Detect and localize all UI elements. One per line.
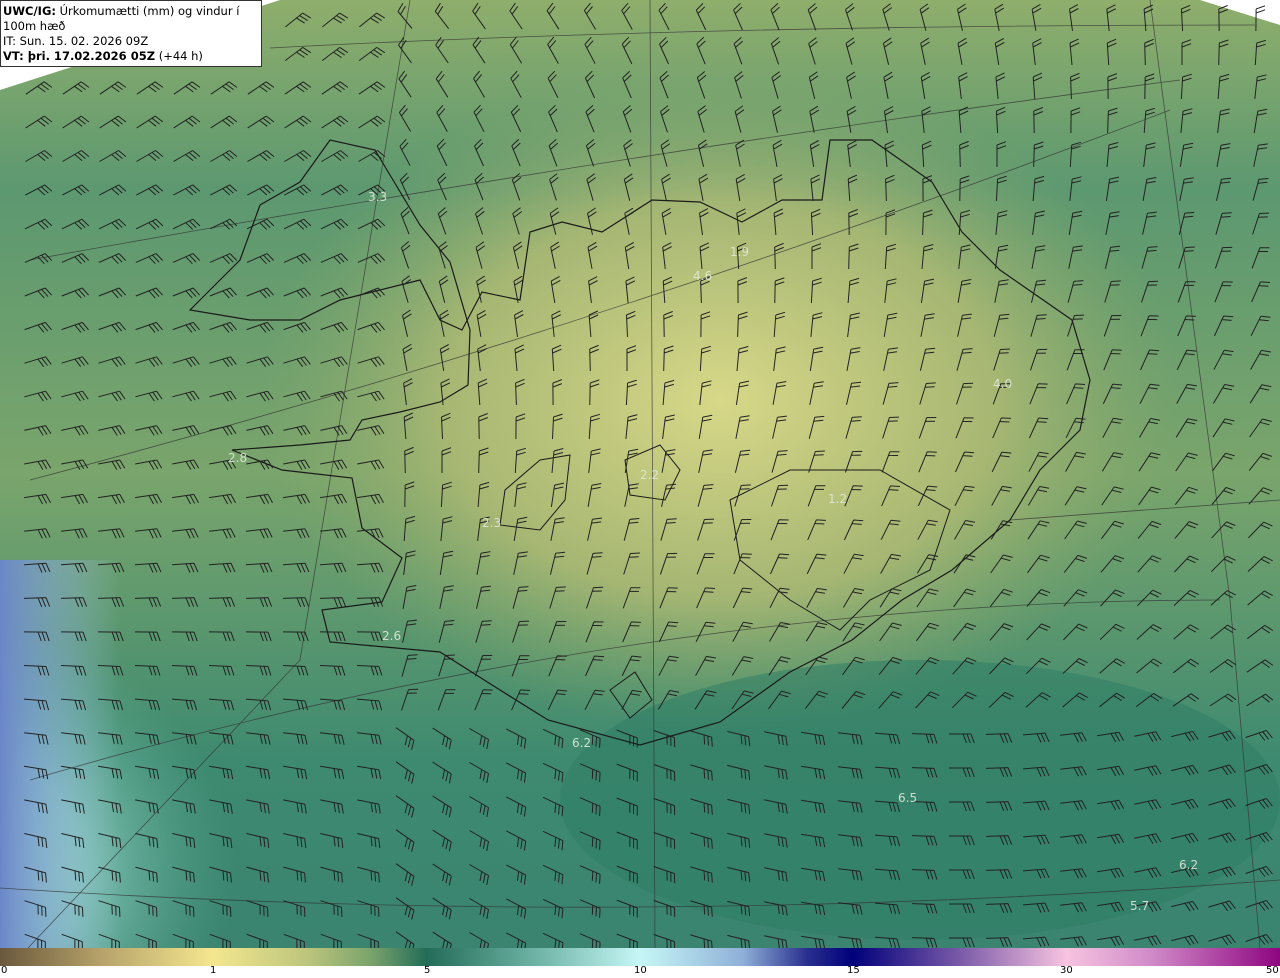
model-name: UWC/IG: <box>3 4 56 18</box>
valid-time: VT: þri. 17.02.2026 05Z <box>3 49 156 63</box>
value-label: 5.7 <box>1130 899 1149 913</box>
value-label: 4.0 <box>993 377 1012 391</box>
value-label: 2.3 <box>482 516 501 530</box>
initial-time: IT: Sun. 15. 02. 2026 09Z <box>3 34 149 48</box>
value-label: 4.6 <box>693 269 712 283</box>
value-label: 2.6 <box>382 629 401 643</box>
colorbar-ticks: 0 1 5 10 15 30 50 <box>0 965 1280 978</box>
colorbar-tick: 5 <box>424 965 431 976</box>
colorbar-tick: 15 <box>847 965 860 976</box>
value-label: 2.8 <box>228 451 247 465</box>
colorbar-tick: 10 <box>634 965 647 976</box>
colorbar <box>0 948 1280 966</box>
value-label: 2.2 <box>640 468 659 482</box>
colorbar-tick: 1 <box>210 965 217 976</box>
precip-field-west-edge <box>0 560 120 948</box>
map-header: UWC/IG: Úrkomumætti (mm) og vindur í 100… <box>0 0 262 67</box>
lead-time: (+44 h) <box>158 49 203 63</box>
precipitation-wind-map: 3.3 4.6 1.9 4.0 2.8 2.2 2.3 1.2 2.6 6.2 … <box>0 0 1280 948</box>
value-label: 1.9 <box>730 245 749 259</box>
value-label: 6.5 <box>898 791 917 805</box>
precip-field-south-sea <box>560 660 1280 940</box>
value-label: 6.2 <box>572 736 591 750</box>
colorbar-tick: 50 <box>1266 965 1279 976</box>
value-label: 1.2 <box>828 492 847 506</box>
colorbar-tick: 30 <box>1060 965 1073 976</box>
value-label: 6.2 <box>1179 858 1198 872</box>
value-label: 3.3 <box>368 190 387 204</box>
colorbar-tick: 0 <box>1 965 8 976</box>
